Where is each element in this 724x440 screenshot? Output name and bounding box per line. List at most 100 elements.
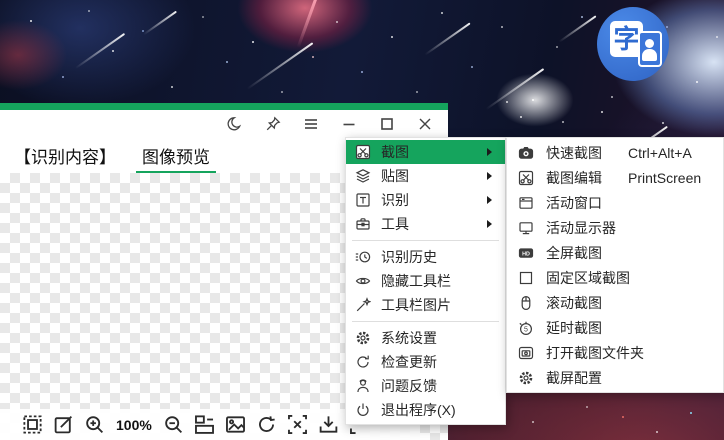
menu-separator	[352, 321, 499, 322]
power-icon	[354, 402, 371, 419]
minimize-button[interactable]	[340, 115, 358, 133]
pin-icon[interactable]	[264, 115, 282, 133]
ocr-app-icon-person	[638, 31, 662, 67]
ocr-app-icon[interactable]: 字	[597, 7, 669, 81]
close-button[interactable]	[416, 115, 434, 133]
menu-item-label: 截屏配置	[546, 369, 602, 386]
menu-item-recognize[interactable]: 识别	[346, 188, 505, 212]
comet-streak	[296, 0, 319, 48]
menu-item-label: 滚动截图	[546, 294, 602, 311]
submenu-item-screenshot-edit[interactable]: 截图编辑 PrintScreen	[507, 165, 723, 190]
menu-item-label: 退出程序(X)	[381, 402, 456, 418]
toolbox-icon	[354, 216, 371, 233]
menu-separator	[352, 240, 499, 241]
menu-item-check-update[interactable]: 检查更新	[346, 350, 505, 374]
menu-item-label: 全屏截图	[546, 244, 602, 261]
camera-icon	[517, 144, 534, 161]
submenu-item-fixed-region-screenshot[interactable]: 固定区域截图	[507, 265, 723, 290]
monitor-icon	[517, 219, 534, 236]
stamp-button[interactable]	[20, 413, 44, 437]
menu-item-system-settings[interactable]: 系统设置	[346, 326, 505, 350]
menu-item-label: 识别历史	[381, 249, 437, 265]
menu-item-label: 打开截图文件夹	[546, 344, 644, 361]
mouse-icon	[517, 294, 534, 311]
feedback-person-icon	[354, 378, 371, 395]
submenu-item-active-display[interactable]: 活动显示器	[507, 215, 723, 240]
gear-icon	[354, 330, 371, 347]
menu-item-label: 活动显示器	[546, 219, 616, 236]
scissors-box-icon	[354, 144, 371, 161]
menu-item-screenshot[interactable]: 截图	[346, 140, 505, 164]
submenu-item-scrolling-screenshot[interactable]: 滚动截图	[507, 290, 723, 315]
history-icon	[354, 249, 371, 266]
submenu-arrow-icon	[487, 220, 492, 228]
meteor-streak	[74, 32, 126, 70]
zoom-in-button[interactable]	[82, 413, 106, 437]
menu-item-exit[interactable]: 退出程序(X)	[346, 398, 505, 422]
rotate-button[interactable]	[255, 413, 279, 437]
menu-item-label: 截图编辑	[546, 169, 602, 186]
menu-item-shortcut: Ctrl+Alt+A	[628, 144, 692, 161]
tab-recognition-content[interactable]: 【识别内容】	[8, 137, 122, 173]
app-window-icon	[517, 194, 534, 211]
menu-item-label: 固定区域截图	[546, 269, 630, 286]
layers-icon	[354, 168, 371, 185]
menu-item-label: 问题反馈	[381, 378, 437, 394]
meteor-streak	[424, 22, 471, 56]
timer-icon: 5	[517, 319, 534, 336]
menu-item-label: 快速截图	[546, 144, 602, 161]
submenu-arrow-icon	[487, 172, 492, 180]
text-box-icon	[354, 192, 371, 209]
menu-item-hide-toolbar[interactable]: 隐藏工具栏	[346, 269, 505, 293]
scissors-box-icon	[517, 169, 534, 186]
stars-decoration	[0, 0, 2, 2]
eye-icon	[354, 273, 371, 290]
menu-item-label: 隐藏工具栏	[381, 273, 451, 289]
layout-button[interactable]	[193, 413, 217, 437]
edit-button[interactable]	[51, 413, 75, 437]
meteor-streak	[246, 42, 314, 90]
folder-image-icon	[517, 344, 534, 361]
menu-item-paste-image[interactable]: 贴图	[346, 164, 505, 188]
zoom-level: 100%	[116, 416, 152, 433]
crop-x-button[interactable]	[286, 413, 310, 437]
dark-mode-moon-icon[interactable]	[226, 115, 244, 133]
menu-item-label: 工具栏图片	[381, 297, 451, 313]
magic-wand-icon	[354, 297, 371, 314]
main-menu: 截图贴图识别 工具识别历史隐藏工具栏工具栏图片系统设置检查更新问题反馈退出程序(X…	[345, 137, 506, 425]
menu-item-label: 截图	[381, 144, 409, 160]
submenu-item-open-screenshot-folder[interactable]: 打开截图文件夹	[507, 340, 723, 365]
zoom-out-button[interactable]	[162, 413, 186, 437]
submenu-item-quick-screenshot[interactable]: 快速截图 Ctrl+Alt+A	[507, 140, 723, 165]
svg-text:5: 5	[524, 326, 528, 333]
menu-item-shortcut: PrintScreen	[628, 169, 702, 186]
hamburger-menu-icon[interactable]	[302, 115, 320, 133]
tab-image-preview[interactable]: 图像预览	[136, 137, 216, 175]
submenu-item-fullscreen-screenshot[interactable]: HD 全屏截图	[507, 240, 723, 265]
submenu-item-delayed-screenshot[interactable]: 5 延时截图	[507, 315, 723, 340]
submenu-arrow-icon	[487, 196, 492, 204]
submenu-item-active-window[interactable]: 活动窗口	[507, 190, 723, 215]
window-accent-strip	[0, 103, 448, 110]
svg-text:HD: HD	[522, 251, 530, 257]
meteor-streak	[143, 10, 177, 36]
menu-item-label: 活动窗口	[546, 194, 602, 211]
refresh-icon	[354, 354, 371, 371]
menu-item-label: 延时截图	[546, 319, 602, 336]
submenu-item-screenshot-config[interactable]: 截屏配置	[507, 365, 723, 390]
hd-screen-icon: HD	[517, 244, 534, 261]
menu-item-feedback[interactable]: 问题反馈	[346, 374, 505, 398]
menu-item-label: 系统设置	[381, 330, 437, 346]
square-icon	[517, 269, 534, 286]
download-button[interactable]	[317, 413, 341, 437]
meteor-streak	[558, 15, 597, 43]
menu-item-label: 贴图	[381, 168, 409, 184]
image-button[interactable]	[224, 413, 248, 437]
menu-item-tools[interactable]: 工具	[346, 212, 505, 236]
menu-item-recognition-history[interactable]: 识别历史	[346, 245, 505, 269]
desktop: 字 【识别内容】 图像预览 100% 截图 贴图 识别 工具 识别历史 隐藏工具…	[0, 0, 724, 440]
maximize-button[interactable]	[378, 115, 396, 133]
menu-item-toolbar-image[interactable]: 工具栏图片	[346, 293, 505, 317]
menu-item-label: 检查更新	[381, 354, 437, 370]
gear-icon	[517, 369, 534, 386]
